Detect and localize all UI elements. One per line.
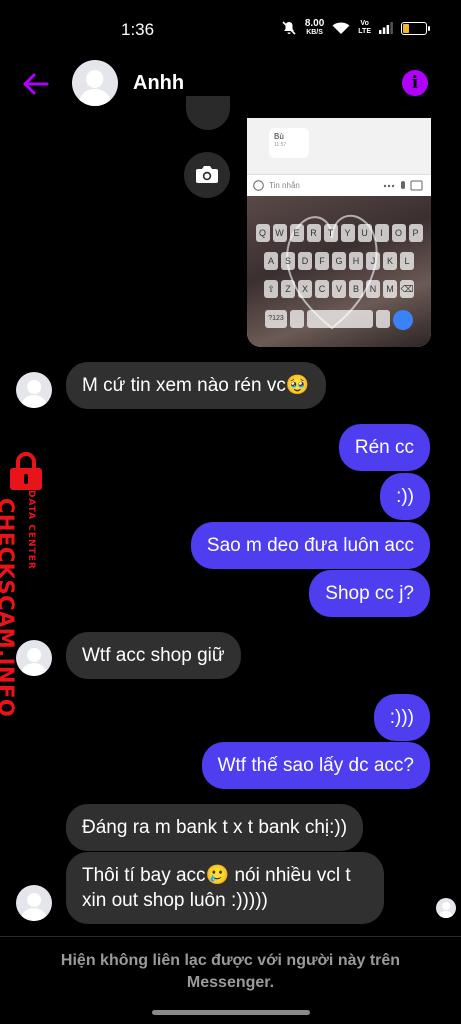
keyboard-key: Y xyxy=(340,224,355,242)
keyboard-key: M xyxy=(383,280,397,298)
keyboard-key: O xyxy=(391,224,406,242)
keyboard-key: Q xyxy=(255,224,270,242)
keyboard-key: D xyxy=(298,252,312,270)
keyboard-send-icon xyxy=(393,310,413,330)
keyboard-key: I xyxy=(374,224,389,242)
signal-icon xyxy=(379,22,393,34)
incoming-message[interactable]: Thôi tí bay acc🥲 nói nhiều vcl t xin out… xyxy=(66,852,384,924)
incoming-message[interactable]: M cứ tin xem nào rén vc🥹 xyxy=(66,362,326,409)
watermark-main: CHECKSCAM.INFO xyxy=(0,498,18,718)
attachment-chat-area: Bù 11:57 xyxy=(247,118,431,174)
keyboard-key: W xyxy=(272,224,287,242)
keyboard-row: QWERTYUIOP xyxy=(247,224,431,242)
sender-avatar[interactable] xyxy=(16,640,52,676)
conversation-header: Anhh i xyxy=(0,56,461,112)
status-icons: 8.00 KB/S Vo LTE xyxy=(281,18,430,37)
keyboard-key: Z xyxy=(281,280,295,298)
keyboard-key: X xyxy=(298,280,312,298)
mute-bell-icon xyxy=(282,21,296,35)
keyboard-symbols-key: ?123 xyxy=(265,310,287,328)
keyboard-row: ?123 xyxy=(247,310,431,330)
lock-icon xyxy=(10,452,42,490)
unavailable-notice: Hiện không liên lạc được với người này t… xyxy=(60,952,401,991)
incoming-message[interactable]: Đáng ra m bank t x t bank chị:)) xyxy=(66,804,364,851)
back-arrow-icon[interactable] xyxy=(20,68,52,100)
keyboard-row: ASDFGHJKL xyxy=(247,252,431,270)
keyboard-row: ⇧ Z X C V B N M ⌫ xyxy=(247,280,431,298)
info-icon[interactable]: i xyxy=(402,70,428,96)
attachment-bubble: Bù 11:57 xyxy=(269,128,309,158)
keyboard-key: N xyxy=(366,280,380,298)
attachment-input: Tin nhắn xyxy=(247,174,431,196)
sender-avatar[interactable] xyxy=(16,372,52,408)
keyboard-key: P xyxy=(408,224,423,242)
battery-level xyxy=(403,23,410,33)
watermark-sub: DATA CENTER xyxy=(26,490,36,570)
keyboard-key: J xyxy=(366,252,380,270)
camera-button[interactable] xyxy=(184,152,230,198)
keyboard-emoji-key xyxy=(290,310,304,328)
sender-avatar[interactable] xyxy=(16,885,52,921)
contact-avatar[interactable] xyxy=(72,60,118,106)
keyboard-key: R xyxy=(306,224,321,242)
keyboard-key: G xyxy=(332,252,346,270)
keyboard-space-key xyxy=(307,310,373,328)
keyboard-key: U xyxy=(357,224,372,242)
keyboard-key: E xyxy=(289,224,304,242)
keyboard-key: B xyxy=(349,280,363,298)
keyboard-key: S xyxy=(281,252,295,270)
attachment-keyboard: QWERTYUIOP ASDFGHJKL ⇧ Z X C V B N M ⌫ ?123 xyxy=(247,196,431,347)
outgoing-message[interactable]: Sao m deo đưa luôn acc xyxy=(190,522,430,569)
image-attachment[interactable]: Bù 11:57 Tin nhắn QWERTYUIOP ASDFGHJKL ⇧… xyxy=(247,118,431,347)
incoming-message[interactable]: Wtf acc shop giữ xyxy=(66,632,241,679)
contact-name[interactable]: Anhh xyxy=(133,72,184,95)
camera-button-partial[interactable] xyxy=(186,96,230,130)
keyboard-key: K xyxy=(383,252,397,270)
keyboard-period-key xyxy=(376,310,390,328)
keyboard-key: L xyxy=(400,252,414,270)
outgoing-message[interactable]: Rén cc xyxy=(338,424,430,471)
keyboard-key: F xyxy=(315,252,329,270)
home-indicator[interactable] xyxy=(152,1010,310,1015)
wifi-icon xyxy=(332,22,350,34)
keyboard-key: T xyxy=(323,224,338,242)
keyboard-key: V xyxy=(332,280,346,298)
outgoing-message[interactable]: :))) xyxy=(373,694,430,741)
volte-indicator: Vo LTE xyxy=(358,20,371,35)
emoji-icon xyxy=(253,180,264,191)
battery-icon xyxy=(401,21,430,35)
outgoing-message[interactable]: Wtf thế sao lấy dc acc? xyxy=(201,742,430,789)
keyboard-key: C xyxy=(315,280,329,298)
seen-avatar xyxy=(436,898,456,918)
input-tools-icon xyxy=(383,180,423,191)
status-time: 1:36 xyxy=(121,20,155,39)
network-speed: 8.00 KB/S xyxy=(304,18,325,37)
status-bar: 1:36 8.00 KB/S Vo LTE xyxy=(0,0,461,60)
keyboard-backspace-key: ⌫ xyxy=(400,280,414,298)
camera-icon xyxy=(196,166,218,183)
keyboard-shift-key: ⇧ xyxy=(264,280,278,298)
keyboard-key: A xyxy=(264,252,278,270)
outgoing-message[interactable]: Shop cc j? xyxy=(309,570,430,617)
keyboard-key: H xyxy=(349,252,363,270)
outgoing-message[interactable]: :)) xyxy=(380,473,430,520)
footer-divider xyxy=(0,936,461,937)
